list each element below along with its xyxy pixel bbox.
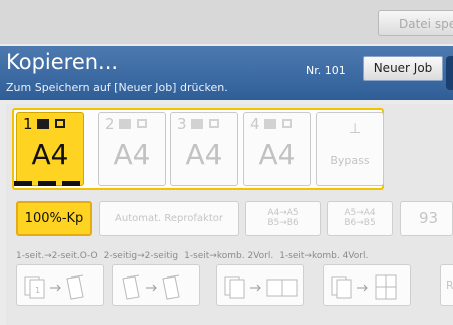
rand-button[interactable]: Rand bbox=[440, 264, 453, 306]
tray-number: 1 bbox=[23, 115, 33, 133]
combine-4-originals-button[interactable] bbox=[323, 264, 411, 306]
tray-paper-size: A4 bbox=[185, 138, 223, 171]
combine-2-originals-button[interactable] bbox=[216, 264, 304, 306]
paper-stack-icon bbox=[191, 119, 203, 129]
tray-paper-size: A4 bbox=[31, 138, 69, 171]
combine-two-icon bbox=[224, 276, 298, 299]
tray-number: 4 bbox=[250, 115, 260, 133]
zoom-a4-a5-label: A4→A5 B5→B6 bbox=[267, 208, 299, 228]
paper-stack-icon bbox=[119, 119, 131, 129]
tray-number: 3 bbox=[177, 115, 187, 133]
paper-stack-icon bbox=[264, 119, 276, 129]
duplex-label-1: 1-seit.→2-seit.O-O bbox=[16, 251, 98, 261]
bypass-label: Bypass bbox=[330, 154, 370, 167]
svg-text:1: 1 bbox=[35, 286, 40, 295]
auto-reduce-enlarge-button[interactable]: Automat. Reprofaktor bbox=[99, 201, 239, 236]
duplex-label-4: 1-seit→komb. 4Vorl. bbox=[279, 251, 369, 261]
paper-orientation-icon bbox=[55, 119, 65, 128]
tray-paper-size: A4 bbox=[113, 138, 151, 171]
paper-orientation-icon bbox=[209, 119, 219, 128]
paper-orientation-icon bbox=[282, 119, 292, 128]
page-title: Kopieren... bbox=[6, 50, 119, 74]
zoom-a5-a4-button[interactable]: A5→A4 B6→B5 bbox=[327, 201, 393, 236]
selection-indicator bbox=[14, 181, 86, 187]
tray-paper-size: A4 bbox=[258, 138, 296, 171]
duplex-label-3: 1-seit→komb. 2Vorl. bbox=[184, 251, 274, 261]
duplex-2to2-button[interactable] bbox=[112, 264, 200, 306]
duplex-label-2: 2-seitig→2-seitig bbox=[103, 251, 179, 261]
two-to-two-sided-icon bbox=[122, 274, 180, 300]
header-instruction: Zum Speichern auf [Neuer Job] drücken. bbox=[6, 81, 228, 94]
combine-four-icon bbox=[331, 274, 397, 300]
side-tab-edge bbox=[446, 56, 453, 90]
zoom-100-button[interactable]: 100%-Kp bbox=[16, 201, 92, 236]
zoom-a5-a4-label: A5→A4 B6→B5 bbox=[344, 208, 376, 228]
tray-2-button[interactable]: 2 A4 bbox=[98, 112, 166, 186]
bypass-tray-icon: ⊥ bbox=[349, 121, 362, 137]
tray-4-button[interactable]: 4 A4 bbox=[243, 112, 311, 186]
duplex-1to2-button[interactable]: 1 bbox=[16, 264, 104, 306]
paper-orientation-icon bbox=[137, 119, 147, 128]
zoom-a4-a5-button[interactable]: A4→A5 B5→B6 bbox=[245, 201, 321, 236]
tray-1-button[interactable]: 1 A4 bbox=[16, 112, 84, 186]
neuer-job-button[interactable]: Neuer Job bbox=[363, 56, 443, 81]
one-to-two-sided-icon: 1 bbox=[24, 274, 84, 300]
duplex-labels: 1-seit.→2-seit.O-O 2-seitig→2-seitig 1-sei… bbox=[16, 251, 374, 261]
bypass-tray-button[interactable]: ⊥ Bypass bbox=[316, 112, 384, 186]
job-number: Nr. 101 bbox=[306, 64, 346, 77]
tray-3-button[interactable]: 3 A4 bbox=[170, 112, 238, 186]
tray-number: 2 bbox=[105, 115, 115, 133]
datei-speichern-button[interactable]: Datei spe bbox=[378, 10, 453, 36]
paper-stack-icon bbox=[37, 119, 49, 129]
zoom-93-button[interactable]: 93 bbox=[400, 201, 453, 236]
